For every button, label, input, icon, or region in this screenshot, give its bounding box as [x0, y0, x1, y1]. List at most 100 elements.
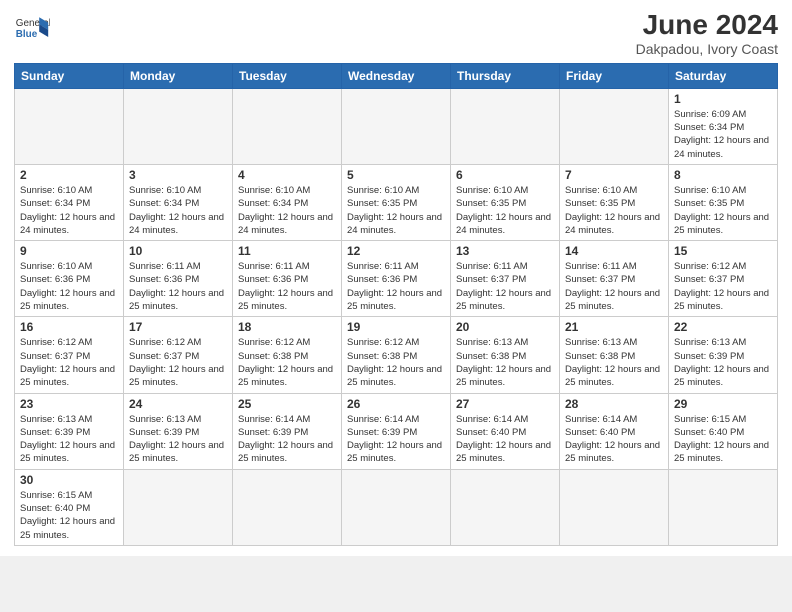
table-row: 13 Sunrise: 6:11 AMSunset: 6:37 PMDayligh… [451, 241, 560, 317]
table-row: 17Sunrise: 6:12 AMSunset: 6:37 PMDayligh… [124, 317, 233, 393]
table-row: 3 Sunrise: 6:10 AMSunset: 6:34 PMDaylight… [124, 164, 233, 240]
table-row: 30Sunrise: 6:15 AMSunset: 6:40 PMDayligh… [15, 469, 124, 545]
generalblue-logo-icon: General Blue [14, 10, 50, 46]
day-info: Sunrise: 6:10 AMSunset: 6:36 PMDaylight:… [20, 260, 118, 313]
day-info: Sunrise: 6:12 AMSunset: 6:37 PMDaylight:… [674, 260, 772, 313]
table-row: 18 Sunrise: 6:12 AMSunset: 6:38 PMDayligh… [233, 317, 342, 393]
table-row: 15 Sunrise: 6:12 AMSunset: 6:37 PMDayligh… [669, 241, 778, 317]
table-row: 21Sunrise: 6:13 AMSunset: 6:38 PMDayligh… [560, 317, 669, 393]
day-number: 26 [347, 397, 445, 411]
day-info: Sunrise: 6:11 AMSunset: 6:36 PMDaylight:… [238, 260, 336, 313]
table-row: 24 Sunrise: 6:13 AMSunset: 6:39 PMDayligh… [124, 393, 233, 469]
day-info: Sunrise: 6:15 AMSunset: 6:40 PMDaylight:… [674, 413, 772, 466]
day-info: Sunrise: 6:13 AMSunset: 6:39 PMDaylight:… [129, 413, 227, 466]
day-info: Sunrise: 6:13 AMSunset: 6:39 PMDaylight:… [674, 336, 772, 389]
day-number: 9 [20, 244, 118, 258]
day-number: 10 [129, 244, 227, 258]
day-info: Sunrise: 6:14 AMSunset: 6:40 PMDaylight:… [565, 413, 663, 466]
title-area: June 2024 Dakpadou, Ivory Coast [636, 10, 778, 57]
day-info: Sunrise: 6:09 AMSunset: 6:34 PMDaylight:… [674, 108, 772, 161]
day-number: 18 [238, 320, 336, 334]
day-info: Sunrise: 6:10 AMSunset: 6:35 PMDaylight:… [347, 184, 445, 237]
table-row: 5 Sunrise: 6:10 AMSunset: 6:35 PMDaylight… [342, 164, 451, 240]
day-number: 20 [456, 320, 554, 334]
table-row [451, 469, 560, 545]
table-row [342, 88, 451, 164]
page: General Blue June 2024 Dakpadou, Ivory C… [0, 0, 792, 556]
day-info: Sunrise: 6:13 AMSunset: 6:39 PMDaylight:… [20, 413, 118, 466]
header: General Blue June 2024 Dakpadou, Ivory C… [14, 10, 778, 57]
logo: General Blue [14, 10, 50, 46]
col-thursday: Thursday [451, 63, 560, 88]
table-row: 29Sunrise: 6:15 AMSunset: 6:40 PMDayligh… [669, 393, 778, 469]
day-info: Sunrise: 6:11 AMSunset: 6:36 PMDaylight:… [129, 260, 227, 313]
day-info: Sunrise: 6:10 AMSunset: 6:35 PMDaylight:… [456, 184, 554, 237]
day-number: 27 [456, 397, 554, 411]
table-row: 10 Sunrise: 6:11 AMSunset: 6:36 PMDayligh… [124, 241, 233, 317]
table-row: 6Sunrise: 6:10 AMSunset: 6:35 PMDaylight… [451, 164, 560, 240]
table-row [233, 88, 342, 164]
day-info: Sunrise: 6:12 AMSunset: 6:37 PMDaylight:… [20, 336, 118, 389]
table-row: 12 Sunrise: 6:11 AMSunset: 6:36 PMDayligh… [342, 241, 451, 317]
day-number: 25 [238, 397, 336, 411]
col-tuesday: Tuesday [233, 63, 342, 88]
day-number: 15 [674, 244, 772, 258]
table-row: 1 Sunrise: 6:09 AMSunset: 6:34 PMDaylight… [669, 88, 778, 164]
table-row [15, 88, 124, 164]
day-info: Sunrise: 6:12 AMSunset: 6:38 PMDaylight:… [347, 336, 445, 389]
calendar-week-row: 2 Sunrise: 6:10 AMSunset: 6:34 PMDaylight… [15, 164, 778, 240]
table-row: 20Sunrise: 6:13 AMSunset: 6:38 PMDayligh… [451, 317, 560, 393]
day-number: 24 [129, 397, 227, 411]
day-info: Sunrise: 6:10 AMSunset: 6:34 PMDaylight:… [129, 184, 227, 237]
day-info: Sunrise: 6:14 AMSunset: 6:39 PMDaylight:… [347, 413, 445, 466]
table-row: 28 Sunrise: 6:14 AMSunset: 6:40 PMDayligh… [560, 393, 669, 469]
day-number: 21 [565, 320, 663, 334]
calendar-table: Sunday Monday Tuesday Wednesday Thursday… [14, 63, 778, 546]
calendar-week-row: 23Sunrise: 6:13 AMSunset: 6:39 PMDayligh… [15, 393, 778, 469]
day-info: Sunrise: 6:11 AMSunset: 6:36 PMDaylight:… [347, 260, 445, 313]
day-number: 30 [20, 473, 118, 487]
table-row [560, 88, 669, 164]
day-info: Sunrise: 6:10 AMSunset: 6:35 PMDaylight:… [565, 184, 663, 237]
table-row: 14Sunrise: 6:11 AMSunset: 6:37 PMDayligh… [560, 241, 669, 317]
calendar-week-row: 30Sunrise: 6:15 AMSunset: 6:40 PMDayligh… [15, 469, 778, 545]
day-number: 28 [565, 397, 663, 411]
table-row [342, 469, 451, 545]
day-number: 1 [674, 92, 772, 106]
day-info: Sunrise: 6:14 AMSunset: 6:39 PMDaylight:… [238, 413, 336, 466]
day-info: Sunrise: 6:10 AMSunset: 6:35 PMDaylight:… [674, 184, 772, 237]
table-row: 4 Sunrise: 6:10 AMSunset: 6:34 PMDaylight… [233, 164, 342, 240]
table-row [451, 88, 560, 164]
col-saturday: Saturday [669, 63, 778, 88]
day-info: Sunrise: 6:10 AMSunset: 6:34 PMDaylight:… [238, 184, 336, 237]
day-number: 4 [238, 168, 336, 182]
table-row: 26 Sunrise: 6:14 AMSunset: 6:39 PMDayligh… [342, 393, 451, 469]
table-row: 19 Sunrise: 6:12 AMSunset: 6:38 PMDayligh… [342, 317, 451, 393]
day-number: 16 [20, 320, 118, 334]
day-info: Sunrise: 6:10 AMSunset: 6:34 PMDaylight:… [20, 184, 118, 237]
day-number: 2 [20, 168, 118, 182]
table-row [124, 469, 233, 545]
day-number: 19 [347, 320, 445, 334]
table-row: 27Sunrise: 6:14 AMSunset: 6:40 PMDayligh… [451, 393, 560, 469]
svg-text:Blue: Blue [16, 29, 38, 40]
col-monday: Monday [124, 63, 233, 88]
table-row: 23Sunrise: 6:13 AMSunset: 6:39 PMDayligh… [15, 393, 124, 469]
day-info: Sunrise: 6:12 AMSunset: 6:38 PMDaylight:… [238, 336, 336, 389]
calendar-week-row: 1 Sunrise: 6:09 AMSunset: 6:34 PMDaylight… [15, 88, 778, 164]
day-number: 12 [347, 244, 445, 258]
day-number: 5 [347, 168, 445, 182]
day-number: 7 [565, 168, 663, 182]
table-row [124, 88, 233, 164]
table-row: 25 Sunrise: 6:14 AMSunset: 6:39 PMDayligh… [233, 393, 342, 469]
day-info: Sunrise: 6:12 AMSunset: 6:37 PMDaylight:… [129, 336, 227, 389]
day-info: Sunrise: 6:11 AMSunset: 6:37 PMDaylight:… [456, 260, 554, 313]
table-row [233, 469, 342, 545]
calendar-header-row: Sunday Monday Tuesday Wednesday Thursday… [15, 63, 778, 88]
day-number: 13 [456, 244, 554, 258]
col-sunday: Sunday [15, 63, 124, 88]
day-number: 3 [129, 168, 227, 182]
table-row: 9 Sunrise: 6:10 AMSunset: 6:36 PMDaylight… [15, 241, 124, 317]
table-row: 16 Sunrise: 6:12 AMSunset: 6:37 PMDayligh… [15, 317, 124, 393]
location: Dakpadou, Ivory Coast [636, 41, 778, 57]
